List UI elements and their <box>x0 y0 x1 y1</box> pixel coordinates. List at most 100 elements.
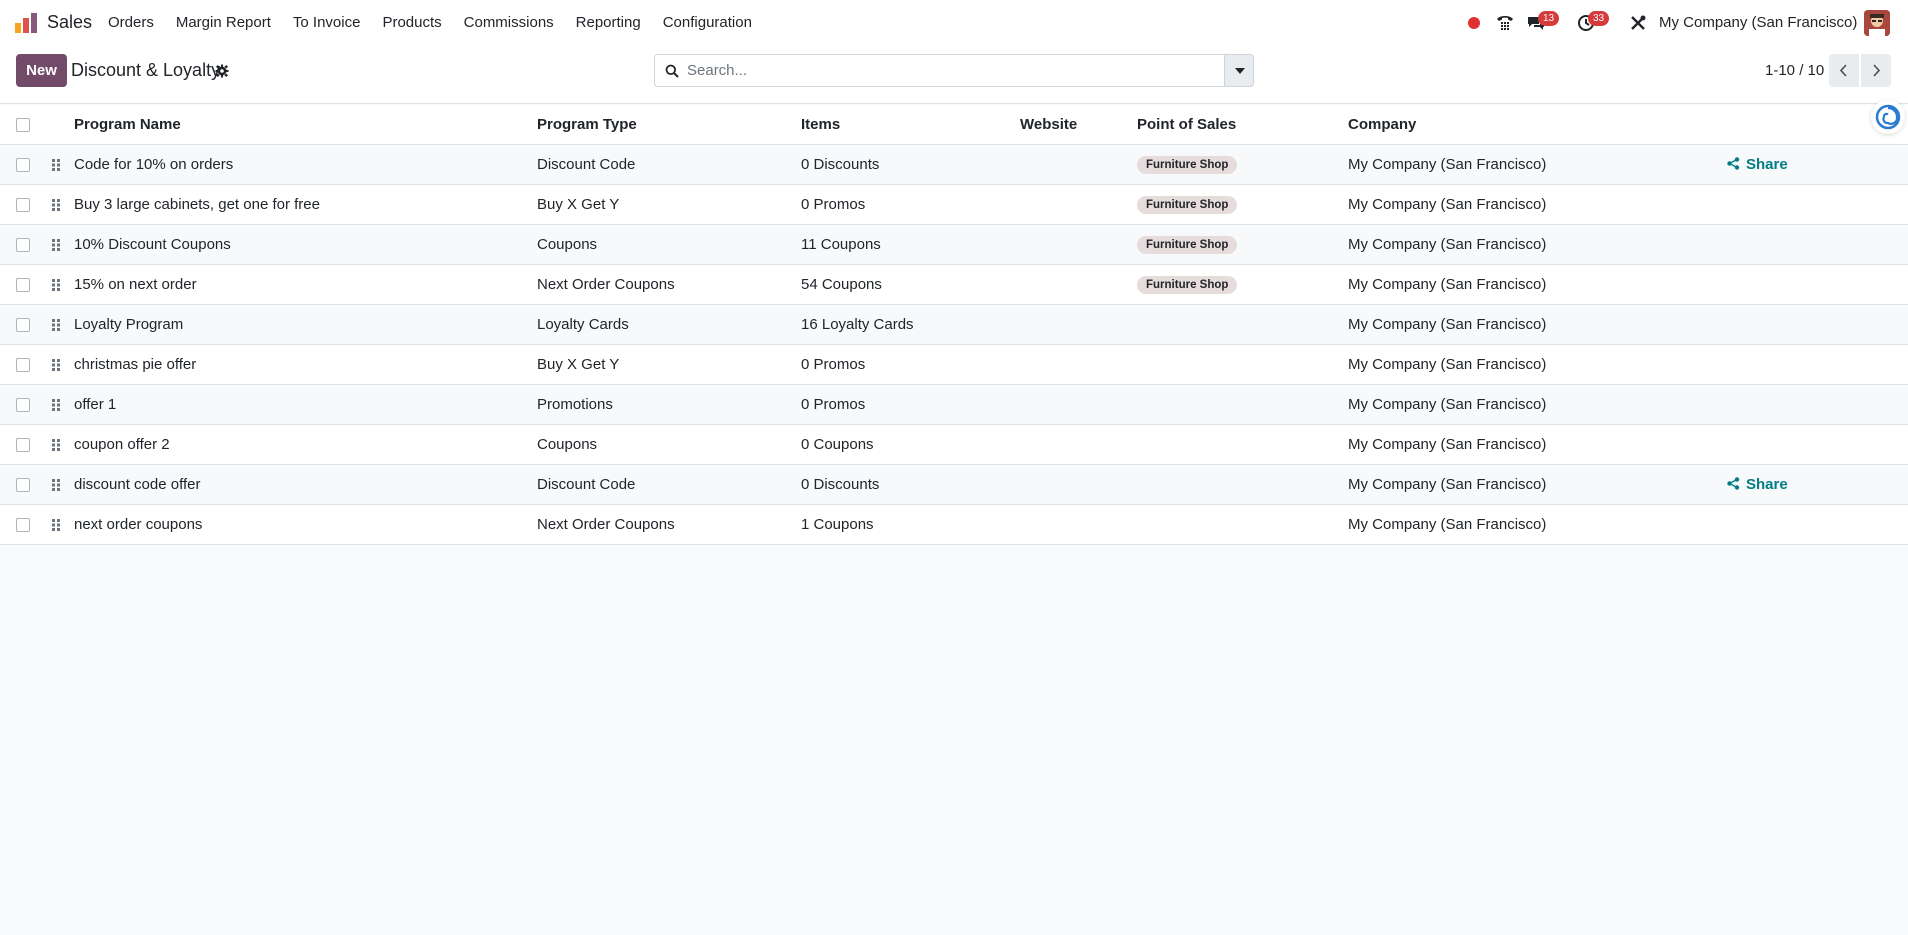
cell-items[interactable]: 0 Promos <box>801 185 865 225</box>
row-checkbox[interactable] <box>16 198 30 212</box>
drag-handle-icon[interactable] <box>51 278 61 292</box>
row-checkbox[interactable] <box>16 478 30 492</box>
table-row[interactable]: Buy 3 large cabinets, get one for free Bu… <box>0 185 1908 225</box>
row-checkbox[interactable] <box>16 238 30 252</box>
cell-program-type[interactable]: Next Order Coupons <box>537 505 675 545</box>
row-checkbox[interactable] <box>16 438 30 452</box>
row-checkbox[interactable] <box>16 318 30 332</box>
cell-company[interactable]: My Company (San Francisco) <box>1348 505 1546 545</box>
pager-value[interactable]: 1-10 / 10 <box>1765 62 1824 79</box>
cell-company[interactable]: My Company (San Francisco) <box>1348 465 1546 505</box>
recording-dot-icon[interactable] <box>1468 17 1480 29</box>
app-logo-icon[interactable] <box>14 12 38 34</box>
cell-program-name[interactable]: coupon offer 2 <box>74 425 170 465</box>
share-button[interactable]: Share <box>1727 465 1788 505</box>
menu-item-margin-report[interactable]: Margin Report <box>176 14 271 31</box>
cell-program-type[interactable]: Coupons <box>537 425 597 465</box>
drag-handle-icon[interactable] <box>51 318 61 332</box>
cell-program-type[interactable]: Promotions <box>537 385 613 425</box>
table-row[interactable]: Code for 10% on orders Discount Code 0 Dis… <box>0 145 1908 185</box>
pager-previous-button[interactable] <box>1829 54 1859 87</box>
row-checkbox[interactable] <box>16 398 30 412</box>
header-items[interactable]: Items <box>801 105 840 145</box>
search-options-toggle[interactable] <box>1224 54 1254 87</box>
table-row[interactable]: 10% Discount Coupons Coupons 11 Coupons Fur… <box>0 225 1908 265</box>
drag-handle-icon[interactable] <box>51 198 61 212</box>
cell-items[interactable]: 0 Discounts <box>801 145 879 185</box>
drag-handle-icon[interactable] <box>51 158 61 172</box>
cell-program-name[interactable]: next order coupons <box>74 505 202 545</box>
table-row[interactable]: Loyalty Program Loyalty Cards 16 Loyalty C… <box>0 305 1908 345</box>
cell-company[interactable]: My Company (San Francisco) <box>1348 185 1546 225</box>
search-input[interactable] <box>687 55 1217 86</box>
header-program-type[interactable]: Program Type <box>537 105 637 145</box>
cell-company[interactable]: My Company (San Francisco) <box>1348 305 1546 345</box>
cell-program-type[interactable]: Buy X Get Y <box>537 185 619 225</box>
row-checkbox[interactable] <box>16 158 30 172</box>
cell-items[interactable]: 0 Promos <box>801 385 865 425</box>
header-website[interactable]: Website <box>1020 105 1077 145</box>
cell-program-name[interactable]: christmas pie offer <box>74 345 196 385</box>
cell-items[interactable]: 1 Coupons <box>801 505 874 545</box>
cell-company[interactable]: My Company (San Francisco) <box>1348 225 1546 265</box>
cell-program-type[interactable]: Buy X Get Y <box>537 345 619 385</box>
company-switcher[interactable]: My Company (San Francisco) <box>1659 14 1857 31</box>
pager-next-button[interactable] <box>1861 54 1891 87</box>
cell-program-type[interactable]: Coupons <box>537 225 597 265</box>
menu-item-to-invoice[interactable]: To Invoice <box>293 14 361 31</box>
drag-handle-icon[interactable] <box>51 358 61 372</box>
drag-handle-icon[interactable] <box>51 438 61 452</box>
header-program-name[interactable]: Program Name <box>74 105 181 145</box>
drag-handle-icon[interactable] <box>51 398 61 412</box>
drag-handle-icon[interactable] <box>51 478 61 492</box>
cell-items[interactable]: 0 Discounts <box>801 465 879 505</box>
cell-company[interactable]: My Company (San Francisco) <box>1348 385 1546 425</box>
cell-items[interactable]: 11 Coupons <box>801 225 881 265</box>
table-row[interactable]: offer 1 Promotions 0 Promos My Company (San… <box>0 385 1908 425</box>
cell-program-name[interactable]: Loyalty Program <box>74 305 183 345</box>
cell-items[interactable]: 0 Coupons <box>801 425 874 465</box>
gear-icon[interactable] <box>215 64 229 78</box>
cell-program-name[interactable]: Buy 3 large cabinets, get one for free <box>74 185 320 225</box>
cell-program-type[interactable]: Next Order Coupons <box>537 265 675 305</box>
new-button[interactable]: New <box>16 54 67 87</box>
table-row[interactable]: 15% on next order Next Order Coupons 54 Co… <box>0 265 1908 305</box>
table-row[interactable]: discount code offer Discount Code 0 Discou… <box>0 465 1908 505</box>
cell-program-name[interactable]: offer 1 <box>74 385 116 425</box>
cell-items[interactable]: 0 Promos <box>801 345 865 385</box>
menu-item-commissions[interactable]: Commissions <box>464 14 554 31</box>
cell-items[interactable]: 16 Loyalty Cards <box>801 305 914 345</box>
drag-handle-icon[interactable] <box>51 238 61 252</box>
cell-program-name[interactable]: 10% Discount Coupons <box>74 225 231 265</box>
row-checkbox[interactable] <box>16 358 30 372</box>
cell-company[interactable]: My Company (San Francisco) <box>1348 265 1546 305</box>
menu-item-configuration[interactable]: Configuration <box>663 14 752 31</box>
phone-icon[interactable] <box>1495 13 1515 33</box>
select-all-checkbox[interactable] <box>16 118 30 132</box>
header-point-of-sales[interactable]: Point of Sales <box>1137 105 1236 145</box>
drag-handle-icon[interactable] <box>51 518 61 532</box>
cell-company[interactable]: My Company (San Francisco) <box>1348 425 1546 465</box>
cell-program-type[interactable]: Discount Code <box>537 465 635 505</box>
menu-item-reporting[interactable]: Reporting <box>576 14 641 31</box>
avatar[interactable] <box>1864 10 1890 36</box>
cell-program-name[interactable]: discount code offer <box>74 465 200 505</box>
row-checkbox[interactable] <box>16 278 30 292</box>
row-checkbox[interactable] <box>16 518 30 532</box>
tools-icon[interactable] <box>1628 13 1648 33</box>
cell-items[interactable]: 54 Coupons <box>801 265 882 305</box>
cell-company[interactable]: My Company (San Francisco) <box>1348 345 1546 385</box>
cell-program-name[interactable]: 15% on next order <box>74 265 197 305</box>
table-row[interactable]: next order coupons Next Order Coupons 1 Co… <box>0 505 1908 545</box>
app-name[interactable]: Sales <box>47 12 92 33</box>
table-row[interactable]: christmas pie offer Buy X Get Y 0 Promos My… <box>0 345 1908 385</box>
menu-item-orders[interactable]: Orders <box>108 14 154 31</box>
cell-program-type[interactable]: Loyalty Cards <box>537 305 629 345</box>
share-button[interactable]: Share <box>1727 145 1788 185</box>
table-row[interactable]: coupon offer 2 Coupons 0 Coupons My Company… <box>0 425 1908 465</box>
cell-program-name[interactable]: Code for 10% on orders <box>74 145 233 185</box>
menu-item-products[interactable]: Products <box>382 14 441 31</box>
assistant-icon[interactable] <box>1871 100 1905 134</box>
header-company[interactable]: Company <box>1348 105 1416 145</box>
cell-company[interactable]: My Company (San Francisco) <box>1348 145 1546 185</box>
